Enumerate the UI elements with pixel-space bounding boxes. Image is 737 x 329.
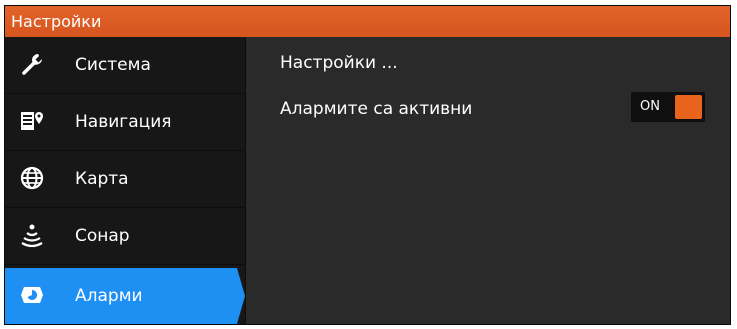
title-bar: Настройки <box>5 6 730 37</box>
alarms-active-toggle[interactable]: ON <box>631 92 705 122</box>
divider <box>5 264 245 265</box>
settings-link[interactable]: Настройки ... <box>280 53 398 73</box>
sonar-icon <box>21 224 43 248</box>
alarms-active-label: Алармите са активни <box>280 99 473 119</box>
sidebar-item-sonar[interactable]: Сонар <box>5 208 245 264</box>
settings-window: Настройки Система Навигация Карта Сонар … <box>4 5 731 325</box>
alarm-icon <box>21 287 43 303</box>
sidebar: Система Навигация Карта Сонар Аларми <box>5 37 245 324</box>
sidebar-item-alarms[interactable]: Аларми <box>5 268 245 324</box>
sidebar-item-system[interactable]: Система <box>5 37 245 93</box>
toggle-knob <box>675 95 702 119</box>
sidebar-item-label: Аларми <box>75 286 143 306</box>
settings-panel: Настройки ... Алармите са активни ON <box>245 37 730 324</box>
sidebar-item-label: Карта <box>75 169 129 189</box>
sidebar-item-chart[interactable]: Карта <box>5 151 245 207</box>
navigation-icon <box>21 112 43 130</box>
sidebar-item-navigation[interactable]: Навигация <box>5 94 245 150</box>
sidebar-item-label: Система <box>75 55 151 75</box>
wrench-icon <box>22 54 42 75</box>
sidebar-item-label: Сонар <box>75 226 130 246</box>
toggle-state-text: ON <box>640 99 660 114</box>
sidebar-item-label: Навигация <box>75 112 172 132</box>
globe-icon <box>20 166 44 190</box>
